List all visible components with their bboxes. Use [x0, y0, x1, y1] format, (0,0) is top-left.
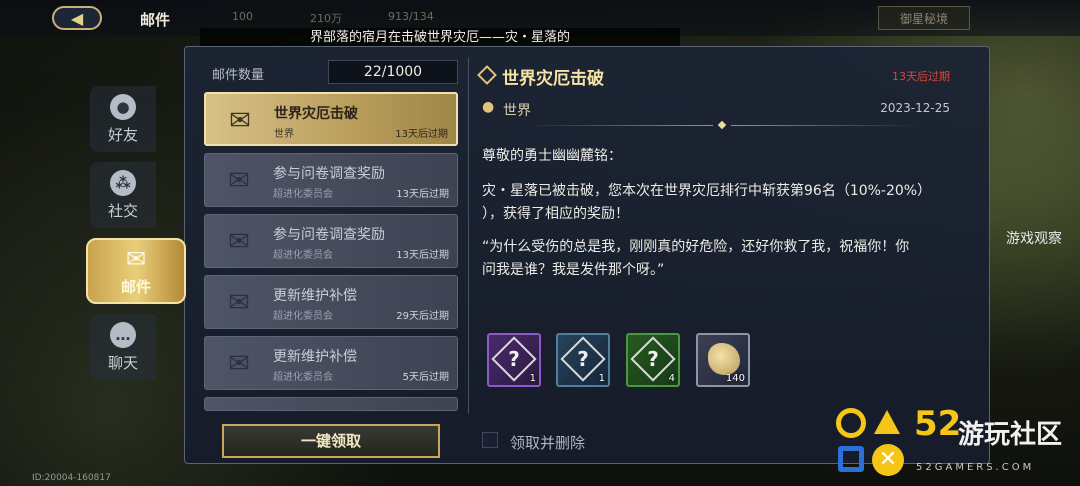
mail-detail-expiry: 13天后过期 [892, 70, 950, 83]
tab-chat[interactable]: … 聊天 [90, 314, 156, 380]
envelope-icon: ✉ [228, 349, 250, 379]
mail-list-item-partial[interactable] [204, 397, 458, 411]
mail-expiry: 13天后过期 [395, 129, 448, 140]
mail-title: 参与问卷调查奖励 [273, 166, 385, 182]
tab-social[interactable]: ⁂ 社交 [90, 162, 156, 228]
mail-list-item[interactable]: ✉ 更新维护补偿 超进化委员会 29天后过期 [204, 275, 458, 329]
tab-friends[interactable]: ● 好友 [90, 86, 156, 152]
resource-counter-2: 210万 [310, 12, 342, 25]
game-observe-label: 游戏观察 [1006, 231, 1062, 247]
watermark-circle-icon [836, 408, 866, 438]
location-pin-icon: ● [482, 99, 495, 115]
reward-item-blue[interactable]: ? 1 [556, 333, 610, 387]
mail-count-label: 邮件数量 [212, 68, 265, 83]
tab-label: 聊天 [107, 353, 138, 372]
mail-sender: 世界 [274, 129, 294, 140]
mail-sender: 超进化委员会 [273, 311, 333, 322]
mail-title: 更新维护补偿 [273, 349, 357, 365]
watermark-cross-icon: ✕ [872, 444, 904, 476]
envelope-icon: ✉ [228, 288, 250, 318]
envelope-icon: ✉ [228, 166, 250, 196]
reward-count: 1 [598, 373, 605, 384]
mail-list-item[interactable]: ✉ 更新维护补偿 超进化委员会 5天后过期 [204, 336, 458, 390]
mail-title: 世界灾厄击破 [274, 106, 358, 122]
watermark-text: 游玩社区 [958, 420, 1063, 450]
back-button[interactable]: ◀ [52, 6, 102, 30]
mail-detail-date: 2023-12-25 [880, 101, 950, 115]
mail-greeting: 尊敬的勇士幽幽麓铭： [482, 148, 622, 164]
reward-count: 140 [725, 373, 745, 384]
envelope-icon: ✉ [229, 106, 251, 136]
mail-detail-sender: 世界 [503, 103, 531, 119]
ornament-divider [524, 120, 920, 130]
social-icon: ⁂ [110, 169, 136, 196]
mail-body-quote: “为什么受伤的总是我，刚刚真的好危险，还好你救了我，祝福你！你 [482, 239, 910, 255]
delete-after-claim-checkbox[interactable] [482, 432, 498, 448]
mail-expiry: 5天后过期 [402, 372, 449, 383]
watermark-square-icon [838, 446, 864, 472]
mail-sender: 超进化委员会 [273, 189, 333, 200]
back-arrow-icon: ◀ [70, 8, 84, 28]
friend-icon: ● [110, 93, 136, 120]
mail-detail-title: 世界灾厄击破 [502, 69, 604, 89]
reward-item-ore[interactable]: 140 [696, 333, 750, 387]
resource-counter-3: 913/134 [388, 10, 434, 23]
broadcast-marquee: 界部落的宿月在击破世界灾厄——灾・星落的 [200, 28, 680, 48]
ore-icon [708, 343, 740, 375]
mail-expiry: 13天后过期 [396, 250, 449, 261]
tab-label: 好友 [107, 125, 138, 144]
reward-count: 1 [529, 373, 536, 384]
mail-sender: 超进化委员会 [273, 372, 333, 383]
mail-list-item[interactable]: ✉ 参与问卷调查奖励 超进化委员会 13天后过期 [204, 153, 458, 207]
mail-list-item[interactable]: ✉ 参与问卷调查奖励 超进化委员会 13天后过期 [204, 214, 458, 268]
mail-list-item[interactable]: ✉ 世界灾厄击破 世界 13天后过期 [204, 92, 458, 146]
mail-title: 参与问卷调查奖励 [273, 227, 385, 243]
mail-icon: ✉ [125, 244, 147, 273]
resource-counter-1: 100 [232, 10, 253, 23]
chat-icon: … [110, 321, 136, 348]
panel-divider [468, 58, 469, 414]
claim-all-button[interactable]: 一键领取 [222, 424, 440, 458]
player-id: ID:20004-160817 [32, 473, 111, 483]
reward-count: 4 [668, 373, 675, 384]
tab-label: 邮件 [120, 277, 151, 296]
mail-body-paragraph-cont: ），获得了相应的奖励！ [482, 206, 629, 222]
tab-label: 社交 [107, 201, 138, 220]
mail-sender: 超进化委员会 [273, 250, 333, 261]
mail-body-paragraph: 灾・星落已被击破，您本次在世界灾厄排行中斩获第96名（10%-20%） [482, 183, 932, 199]
envelope-icon: ✉ [228, 227, 250, 257]
reward-item-green[interactable]: ? 4 [626, 333, 680, 387]
page-title: 邮件 [140, 11, 171, 29]
mail-count-value: 22/1000 [328, 60, 458, 84]
reward-item-purple[interactable]: ? 1 [487, 333, 541, 387]
watermark-number: 52 [914, 404, 962, 444]
watermark-subtext: 52GAMERS.COM [916, 462, 1035, 473]
delete-after-claim-label: 领取并删除 [510, 434, 586, 452]
secret-realm-button[interactable]: 御星秘境 [878, 6, 970, 30]
mail-expiry: 29天后过期 [396, 311, 449, 322]
mail-body-quote-cont: 问我是谁？我是发件那个呀。” [482, 262, 665, 278]
tab-mail[interactable]: ✉ 邮件 [86, 238, 186, 304]
mail-expiry: 13天后过期 [396, 189, 449, 200]
mail-title: 更新维护补偿 [273, 288, 357, 304]
watermark-triangle-icon [874, 410, 900, 434]
